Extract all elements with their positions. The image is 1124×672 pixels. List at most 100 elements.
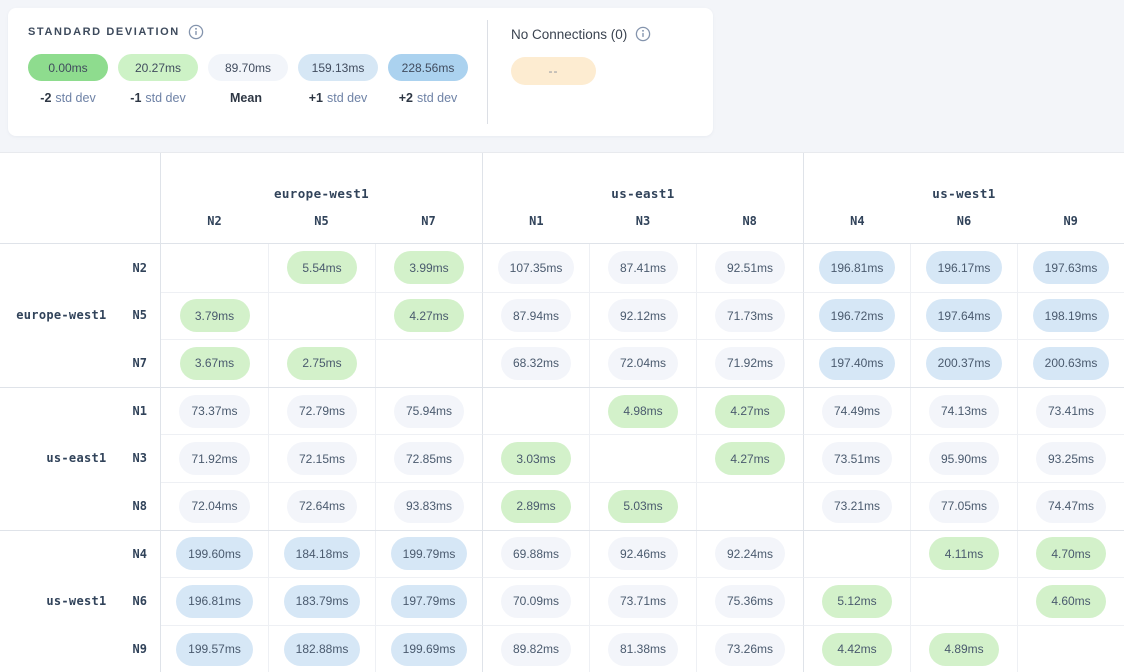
latency-pill[interactable]: 75.94ms: [394, 395, 464, 428]
column-node-label: N3: [590, 214, 697, 228]
matrix-cell: 68.32ms: [482, 339, 589, 387]
latency-pill[interactable]: 4.98ms: [608, 395, 678, 428]
legend-item: 0.00ms -2std dev: [28, 54, 108, 105]
latency-pill[interactable]: 196.72ms: [819, 299, 896, 332]
table-row: N9 199.57ms182.88ms199.69ms89.82ms81.38m…: [0, 625, 1124, 672]
latency-pill[interactable]: 74.13ms: [929, 395, 999, 428]
latency-pill[interactable]: 81.38ms: [608, 633, 678, 666]
latency-pill[interactable]: 73.51ms: [822, 442, 892, 475]
latency-pill[interactable]: 2.89ms: [501, 490, 571, 523]
latency-matrix: europe-west1 N2N5N7 us-east1 N1N3N8 us-w…: [0, 152, 1124, 672]
latency-pill[interactable]: 77.05ms: [929, 490, 999, 523]
latency-pill[interactable]: 200.37ms: [926, 347, 1003, 380]
std-dev-info-icon[interactable]: [188, 24, 204, 40]
table-row: N8 72.04ms72.64ms93.83ms2.89ms5.03ms73.2…: [0, 482, 1124, 530]
latency-pill[interactable]: 92.24ms: [715, 537, 785, 570]
column-group: us-west1 N4N6N9: [803, 153, 1124, 243]
latency-pill[interactable]: 5.54ms: [287, 251, 357, 284]
matrix-cell: 2.75ms: [268, 339, 375, 387]
latency-pill[interactable]: 197.40ms: [819, 347, 896, 380]
latency-pill[interactable]: 73.37ms: [179, 395, 249, 428]
latency-pill[interactable]: 3.03ms: [501, 442, 571, 475]
latency-pill[interactable]: 197.79ms: [391, 585, 468, 618]
latency-pill[interactable]: 87.41ms: [608, 251, 678, 284]
std-dev-title: STANDARD DEVIATION: [28, 26, 180, 38]
latency-pill[interactable]: 73.71ms: [608, 585, 678, 618]
latency-pill[interactable]: 196.81ms: [819, 251, 896, 284]
latency-pill[interactable]: 2.75ms: [287, 347, 357, 380]
no-connections-legend: No Connections (0) --: [488, 8, 713, 136]
latency-pill[interactable]: 92.46ms: [608, 537, 678, 570]
latency-pill[interactable]: 5.12ms: [822, 585, 892, 618]
latency-pill[interactable]: 74.47ms: [1036, 490, 1106, 523]
latency-pill[interactable]: 69.88ms: [501, 537, 571, 570]
latency-pill[interactable]: 3.67ms: [180, 347, 250, 380]
latency-pill[interactable]: 93.25ms: [1036, 442, 1106, 475]
latency-pill[interactable]: 72.64ms: [287, 490, 357, 523]
latency-pill[interactable]: 199.69ms: [391, 633, 468, 666]
latency-pill[interactable]: 199.60ms: [176, 537, 253, 570]
latency-pill[interactable]: 71.92ms: [179, 442, 249, 475]
latency-pill[interactable]: 73.41ms: [1036, 395, 1106, 428]
latency-pill[interactable]: 3.99ms: [394, 251, 464, 284]
latency-pill[interactable]: 4.27ms: [715, 442, 785, 475]
latency-pill[interactable]: 4.70ms: [1036, 537, 1106, 570]
latency-pill[interactable]: 4.27ms: [715, 395, 785, 428]
latency-pill[interactable]: 198.19ms: [1033, 299, 1110, 332]
latency-pill[interactable]: 87.94ms: [501, 299, 571, 332]
latency-pill[interactable]: 72.79ms: [287, 395, 357, 428]
matrix-cell: 196.17ms: [910, 244, 1017, 292]
latency-pill[interactable]: 70.09ms: [501, 585, 571, 618]
column-node-label: N2: [161, 214, 268, 228]
latency-pill[interactable]: 75.36ms: [715, 585, 785, 618]
latency-pill[interactable]: 5.03ms: [608, 490, 678, 523]
row-node-label: N6: [133, 594, 147, 608]
latency-pill[interactable]: 199.57ms: [176, 633, 253, 666]
latency-pill[interactable]: 72.04ms: [179, 490, 249, 523]
latency-pill[interactable]: 4.89ms: [929, 633, 999, 666]
latency-pill[interactable]: 196.17ms: [926, 251, 1003, 284]
latency-pill[interactable]: 74.49ms: [822, 395, 892, 428]
latency-pill[interactable]: 73.26ms: [715, 633, 785, 666]
matrix-cell: 197.64ms: [910, 292, 1017, 340]
latency-pill[interactable]: 199.79ms: [391, 537, 468, 570]
no-connections-info-icon[interactable]: [635, 26, 651, 42]
latency-pill[interactable]: 4.42ms: [822, 633, 892, 666]
latency-pill[interactable]: 73.21ms: [822, 490, 892, 523]
matrix-cell: 4.27ms: [696, 434, 803, 482]
latency-pill[interactable]: 4.27ms: [394, 299, 464, 332]
latency-pill[interactable]: 89.82ms: [501, 633, 571, 666]
matrix-cell: 197.63ms: [1017, 244, 1124, 292]
latency-pill[interactable]: 182.88ms: [284, 633, 361, 666]
latency-pill[interactable]: 72.15ms: [287, 442, 357, 475]
table-row: N4 199.60ms184.18ms199.79ms69.88ms92.46m…: [0, 530, 1124, 578]
latency-pill[interactable]: 72.04ms: [608, 347, 678, 380]
latency-pill[interactable]: 197.64ms: [926, 299, 1003, 332]
latency-pill[interactable]: 95.90ms: [929, 442, 999, 475]
matrix-cell: 5.03ms: [589, 482, 696, 530]
column-node-label: N4: [804, 214, 911, 228]
latency-pill[interactable]: 200.63ms: [1033, 347, 1110, 380]
latency-pill[interactable]: 72.85ms: [394, 442, 464, 475]
latency-pill[interactable]: 68.32ms: [501, 347, 571, 380]
latency-pill[interactable]: 197.63ms: [1033, 251, 1110, 284]
latency-pill[interactable]: 4.11ms: [929, 537, 999, 570]
latency-pill[interactable]: 71.92ms: [715, 347, 785, 380]
latency-pill[interactable]: 107.35ms: [498, 251, 575, 284]
column-node-label: N8: [696, 214, 803, 228]
matrix-cell: 3.79ms: [161, 292, 268, 340]
latency-pill[interactable]: 93.83ms: [394, 490, 464, 523]
latency-pill[interactable]: 92.51ms: [715, 251, 785, 284]
row-header: N7: [0, 339, 161, 387]
latency-pill[interactable]: 196.81ms: [176, 585, 253, 618]
latency-pill[interactable]: 71.73ms: [715, 299, 785, 332]
legend-label: Mean: [230, 91, 266, 105]
matrix-cell: 182.88ms: [268, 625, 375, 672]
latency-pill[interactable]: 92.12ms: [608, 299, 678, 332]
matrix-cell: 196.72ms: [803, 292, 910, 340]
latency-pill[interactable]: 4.60ms: [1036, 585, 1106, 618]
latency-pill[interactable]: 184.18ms: [284, 537, 361, 570]
latency-pill[interactable]: 183.79ms: [284, 585, 361, 618]
column-region-title: us-east1: [483, 184, 803, 204]
latency-pill[interactable]: 3.79ms: [180, 299, 250, 332]
